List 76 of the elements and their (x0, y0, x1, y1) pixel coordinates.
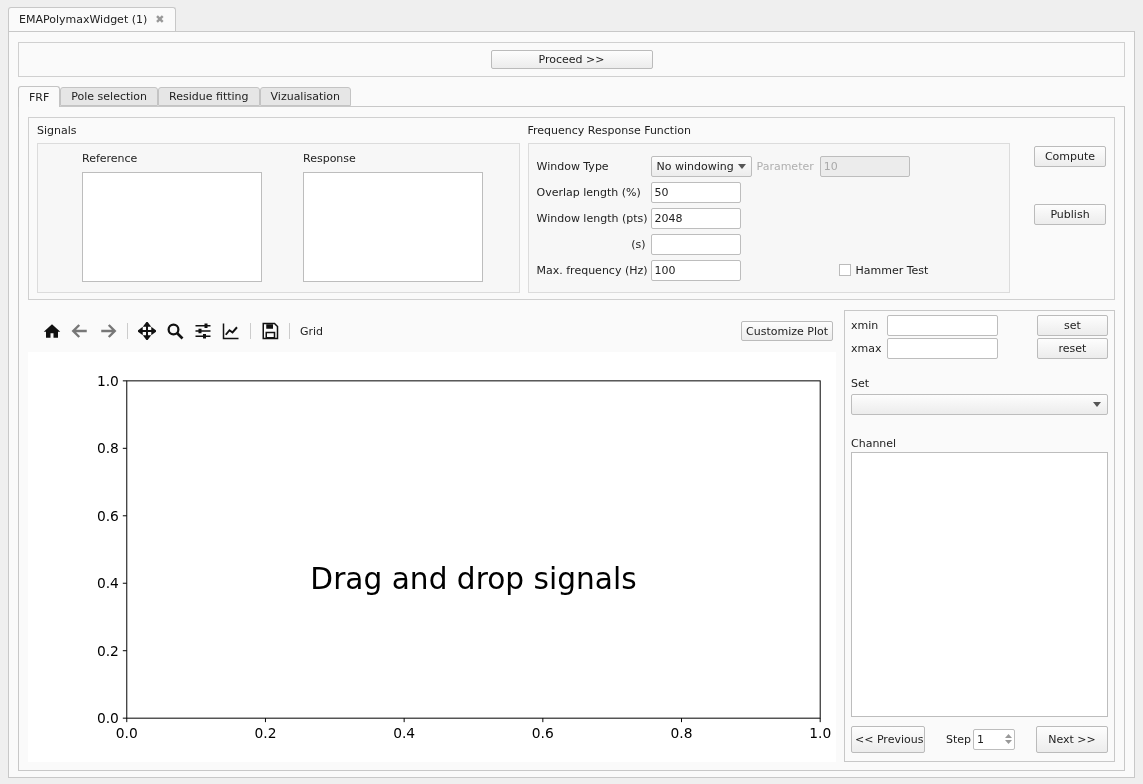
field-label: Max. frequency (Hz) (536, 263, 649, 277)
tick-label: 0.4 (393, 725, 416, 742)
reset-button[interactable]: reset (1037, 338, 1108, 360)
signal-list[interactable] (303, 172, 483, 283)
save-icon[interactable] (261, 322, 279, 341)
tick-label: 0.6 (531, 725, 554, 742)
move-icon[interactable] (138, 322, 156, 341)
tick-label: 0.8 (96, 440, 119, 457)
tick-label: 0.0 (115, 725, 138, 742)
sliders-icon[interactable] (194, 322, 212, 341)
set-dropdown[interactable] (851, 394, 1108, 416)
tick-label: 0.2 (254, 725, 277, 742)
tick-mark (122, 380, 128, 382)
field-label: Parameter (756, 159, 814, 173)
field-label: xmin (851, 319, 880, 333)
back-arrow-icon[interactable] (71, 322, 89, 341)
action-button[interactable]: Compute (1034, 146, 1106, 168)
customize-plot-button[interactable]: Customize Plot (741, 321, 833, 342)
tick-mark (264, 717, 266, 723)
step-spinbox[interactable]: 1 (973, 728, 1015, 750)
tick-label: 0.8 (670, 725, 693, 742)
caret-icon (1093, 402, 1101, 408)
tick-label: 0.0 (96, 710, 119, 727)
field-label: xmax (851, 342, 883, 356)
group-title: Signals (37, 124, 78, 138)
tab[interactable]: FRF (18, 86, 61, 108)
input-field[interactable]: 100 (650, 259, 741, 281)
tick-mark (122, 650, 128, 652)
tick-mark (403, 717, 405, 723)
tick-label: 1.0 (809, 725, 832, 742)
list-label: Response (303, 152, 357, 166)
group-title: Frequency Response Function (527, 124, 692, 138)
field-label: Window length (pts) (536, 211, 649, 225)
line-chart-icon[interactable] (222, 322, 240, 341)
tick-label: 0.6 (96, 507, 119, 524)
list-label: Reference (82, 152, 139, 166)
input-field[interactable]: 50 (650, 181, 741, 203)
field-label: Channel (851, 437, 898, 451)
home-icon[interactable] (43, 322, 61, 341)
document-tab[interactable]: EMAPolymaxWidget (1) ✖ (8, 7, 176, 32)
forward-arrow-icon[interactable] (99, 322, 117, 341)
field-label: (s) (630, 237, 647, 251)
grid-label[interactable]: Grid (300, 324, 324, 338)
input-field[interactable]: 2048 (650, 207, 741, 229)
proceed-button[interactable]: Proceed >> (490, 50, 653, 70)
search-icon[interactable] (166, 322, 184, 341)
signal-list[interactable] (82, 172, 262, 283)
tick-mark (122, 447, 128, 449)
tab[interactable]: Residue fitting (158, 87, 260, 107)
checkbox[interactable] (838, 264, 851, 277)
action-button[interactable]: Publish (1034, 204, 1106, 226)
field-label: Set (851, 377, 871, 391)
tab[interactable]: Vizualisation (259, 87, 352, 107)
field-label: Window Type (536, 159, 610, 173)
tick-mark (819, 717, 821, 723)
tick-label: 0.4 (96, 575, 119, 592)
plot-message: Drag and drop signals (310, 561, 637, 597)
caret-icon (737, 163, 746, 169)
input-field[interactable] (650, 233, 741, 255)
spin-arrows-icon[interactable] (1005, 733, 1012, 745)
previous-button[interactable]: << Previous (851, 725, 925, 753)
field-label: Overlap length (%) (536, 185, 642, 199)
xmin-field[interactable] (887, 315, 998, 337)
tick-mark (122, 582, 128, 584)
set-button[interactable]: set (1037, 315, 1108, 337)
tab[interactable]: Pole selection (60, 87, 159, 107)
tick-mark (122, 515, 128, 517)
xmax-field[interactable] (887, 338, 998, 360)
window-type-dropdown[interactable]: No windowing (650, 155, 752, 177)
tick-label: 1.0 (96, 372, 119, 389)
field-label: Step (945, 732, 971, 746)
next-button[interactable]: Next >> (1036, 725, 1108, 753)
tick-mark (681, 717, 682, 723)
tick-mark (542, 717, 544, 723)
checkbox-label: Hammer Test (855, 263, 929, 277)
tick-label: 0.2 (96, 642, 119, 659)
